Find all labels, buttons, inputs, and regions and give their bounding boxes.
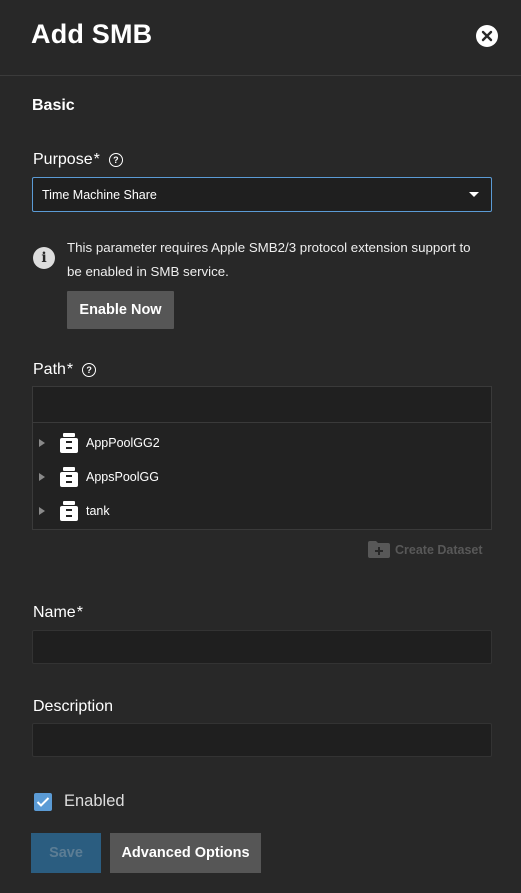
path-input[interactable] xyxy=(33,387,491,423)
path-label: Path * ? xyxy=(33,361,97,379)
tree-node-label: AppPoolGG2 xyxy=(86,436,160,450)
pool-icon xyxy=(60,433,78,453)
purpose-label-text: Purpose xyxy=(33,151,93,168)
path-explorer: AppPoolGG2 AppsPoolGG tank xyxy=(32,386,492,530)
section-title-basic: Basic xyxy=(32,97,75,114)
dialog-title: Add SMB xyxy=(31,19,153,49)
required-mark: * xyxy=(76,604,83,621)
description-label: Description xyxy=(33,698,113,716)
tree-node-label: AppsPoolGG xyxy=(86,470,159,484)
expand-arrow-icon[interactable] xyxy=(39,507,45,515)
notice-text: This parameter requires Apple SMB2/3 pro… xyxy=(67,240,471,279)
pool-icon xyxy=(60,467,78,487)
create-dataset-button[interactable]: Create Dataset xyxy=(368,541,483,558)
tree-node[interactable]: AppPoolGG2 xyxy=(33,428,491,458)
name-label-text: Name xyxy=(33,604,76,621)
description-label-text: Description xyxy=(33,698,114,715)
name-label: Name * xyxy=(33,604,83,622)
enabled-checkbox[interactable] xyxy=(34,793,52,811)
advanced-options-button[interactable]: Advanced Options xyxy=(110,833,261,873)
help-circle-icon[interactable]: ? xyxy=(108,153,123,167)
purpose-label: Purpose * ? xyxy=(33,151,123,169)
tree-node[interactable]: AppsPoolGG xyxy=(33,462,491,492)
pool-icon xyxy=(60,501,78,521)
enabled-label: Enabled xyxy=(64,792,125,810)
close-icon[interactable] xyxy=(476,25,498,47)
expand-arrow-icon[interactable] xyxy=(39,473,45,481)
help-circle-icon[interactable]: ? xyxy=(82,363,97,377)
dialog-header: Add SMB xyxy=(0,0,521,76)
tree-node-label: tank xyxy=(86,504,110,518)
name-input[interactable] xyxy=(32,630,492,664)
purpose-select[interactable]: Time Machine Share xyxy=(32,177,492,212)
enable-now-button[interactable]: Enable Now xyxy=(67,291,174,329)
check-icon xyxy=(36,797,50,807)
path-label-text: Path xyxy=(33,361,66,378)
chevron-down-icon xyxy=(469,192,479,197)
info-icon: i xyxy=(33,247,55,269)
expand-arrow-icon[interactable] xyxy=(39,439,45,447)
create-dataset-label: Create Dataset xyxy=(395,542,483,557)
required-mark: * xyxy=(93,151,100,168)
required-mark: * xyxy=(66,361,74,378)
folder-add-icon xyxy=(368,541,390,558)
tree-node[interactable]: tank xyxy=(33,496,491,526)
description-input[interactable] xyxy=(32,723,492,757)
purpose-selected-value: Time Machine Share xyxy=(42,187,157,202)
save-button[interactable]: Save xyxy=(31,833,101,873)
